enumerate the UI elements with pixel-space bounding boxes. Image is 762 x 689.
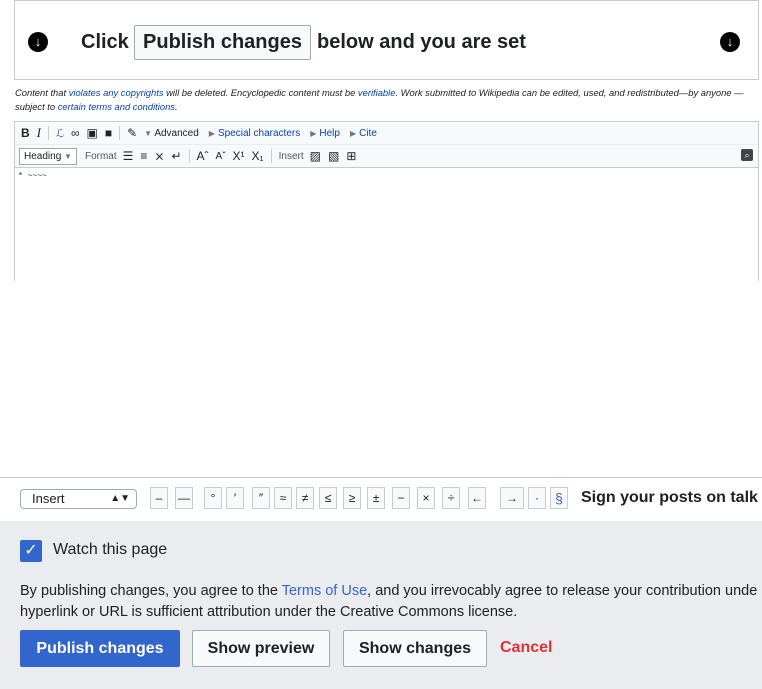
advanced-tab[interactable]: ▼ Advanced	[144, 128, 199, 139]
char-button[interactable]: ±	[367, 487, 385, 509]
cancel-button[interactable]: Cancel	[500, 630, 560, 667]
terms-of-use-link[interactable]: Terms of Use	[282, 583, 367, 599]
char-button[interactable]: ÷	[442, 487, 460, 509]
superscript-icon[interactable]: X¹	[233, 149, 245, 163]
edit-options: ✓ Watch this page By publishing changes,…	[0, 521, 762, 689]
char-button[interactable]: –	[150, 487, 168, 509]
char-button[interactable]: −	[392, 487, 410, 509]
sign-posts-text: Sign your posts on talk	[581, 489, 758, 506]
char-button[interactable]: ≥	[343, 487, 361, 509]
insert-select[interactable]: Insert ▲▼	[20, 489, 137, 509]
char-button[interactable]: —	[175, 487, 193, 509]
bullet-list-icon[interactable]: ☰	[123, 149, 134, 163]
notice-click-text: Click	[81, 31, 129, 53]
char-button[interactable]: ≠	[296, 487, 314, 509]
pencil-icon[interactable]: ✎	[127, 126, 137, 140]
publish-notice: ↓ Click Publish changes below and you ar…	[14, 0, 759, 80]
signature-icon[interactable]: ℒ	[56, 127, 64, 140]
show-changes-button[interactable]: Show changes	[343, 630, 487, 667]
big-text-icon[interactable]: Aˆ	[197, 149, 209, 163]
heading-select[interactable]: Heading ▼	[19, 147, 77, 165]
redirect-icon[interactable]: ▧	[328, 149, 339, 163]
char-button[interactable]: ≤	[319, 487, 337, 509]
char-button[interactable]: ′	[226, 487, 244, 509]
verifiable-link[interactable]: verifiable	[358, 87, 396, 98]
editor-toolbar-advanced: Heading ▼ Format ☰ ≡ ⨯ ↵ Aˆ Aˇ X¹ X₁ Ins…	[15, 145, 758, 168]
special-characters-tab[interactable]: ▶ Special characters	[209, 128, 300, 139]
editor-textarea[interactable]: * ~~~~	[15, 168, 758, 185]
editor-toolbar-main: B I ℒ ∞ ▣ ■ ✎ ▼ Advanced ▶ Special charac…	[15, 122, 758, 145]
format-label: Format	[84, 150, 117, 162]
notice-suffix-text: below and you are set	[317, 31, 526, 53]
link-icon[interactable]: ∞	[71, 126, 80, 140]
search-replace-icon[interactable]: ⌕	[741, 149, 753, 161]
char-button[interactable]: °	[204, 487, 222, 509]
table-icon[interactable]: ⊞	[346, 149, 356, 163]
notice-publish-button: Publish changes	[134, 25, 311, 60]
arrow-circle-down-icon: ↓	[28, 32, 48, 52]
char-button[interactable]: ″	[252, 487, 270, 509]
newline-icon[interactable]: ↵	[171, 149, 181, 163]
select-arrows-icon: ▲▼	[110, 493, 130, 504]
char-button[interactable]: ×	[417, 487, 435, 509]
italic-button[interactable]: I	[37, 125, 41, 141]
save-icon[interactable]: ■	[105, 126, 112, 140]
char-insert-bar: Insert ▲▼ – — ° ′ ″ ≈ ≠ ≤ ≥ ± − × ÷ ← → · § Sign your po…	[0, 477, 762, 522]
cite-tab[interactable]: ▶ Cite	[350, 128, 377, 139]
watch-label: Watch this page	[53, 541, 168, 558]
image-icon[interactable]: ▣	[87, 126, 98, 140]
gallery-icon[interactable]: ▨	[310, 149, 321, 163]
char-button[interactable]: ←	[468, 487, 486, 509]
bold-button[interactable]: B	[21, 126, 30, 140]
char-button[interactable]: →	[500, 487, 524, 509]
wikitext-editor: B I ℒ ∞ ▣ ■ ✎ ▼ Advanced ▶ Special charac…	[14, 121, 759, 281]
subscript-icon[interactable]: X₁	[252, 149, 264, 163]
small-text-icon[interactable]: Aˇ	[216, 151, 226, 162]
char-button[interactable]: §	[550, 487, 568, 509]
help-tab[interactable]: ▶ Help	[310, 128, 340, 139]
arrow-circle-down-icon: ↓	[720, 32, 740, 52]
copyright-link[interactable]: violates any copyrights	[69, 87, 164, 98]
insert-label: Insert	[278, 150, 304, 162]
char-button[interactable]: ≈	[274, 487, 292, 509]
numbered-list-icon[interactable]: ≡	[140, 149, 147, 163]
char-button[interactable]: ·	[528, 487, 546, 509]
watch-checkbox[interactable]: ✓	[20, 540, 42, 562]
terms-conditions-link[interactable]: certain terms and conditions	[58, 101, 175, 112]
show-preview-button[interactable]: Show preview	[192, 630, 330, 667]
nowiki-icon[interactable]: ⨯	[154, 149, 164, 163]
publish-changes-button[interactable]: Publish changes	[20, 630, 180, 667]
publish-agreement-text: By publishing changes, you agree to the …	[20, 583, 758, 620]
license-text: Content that violates any copyrights wil…	[15, 87, 744, 112]
